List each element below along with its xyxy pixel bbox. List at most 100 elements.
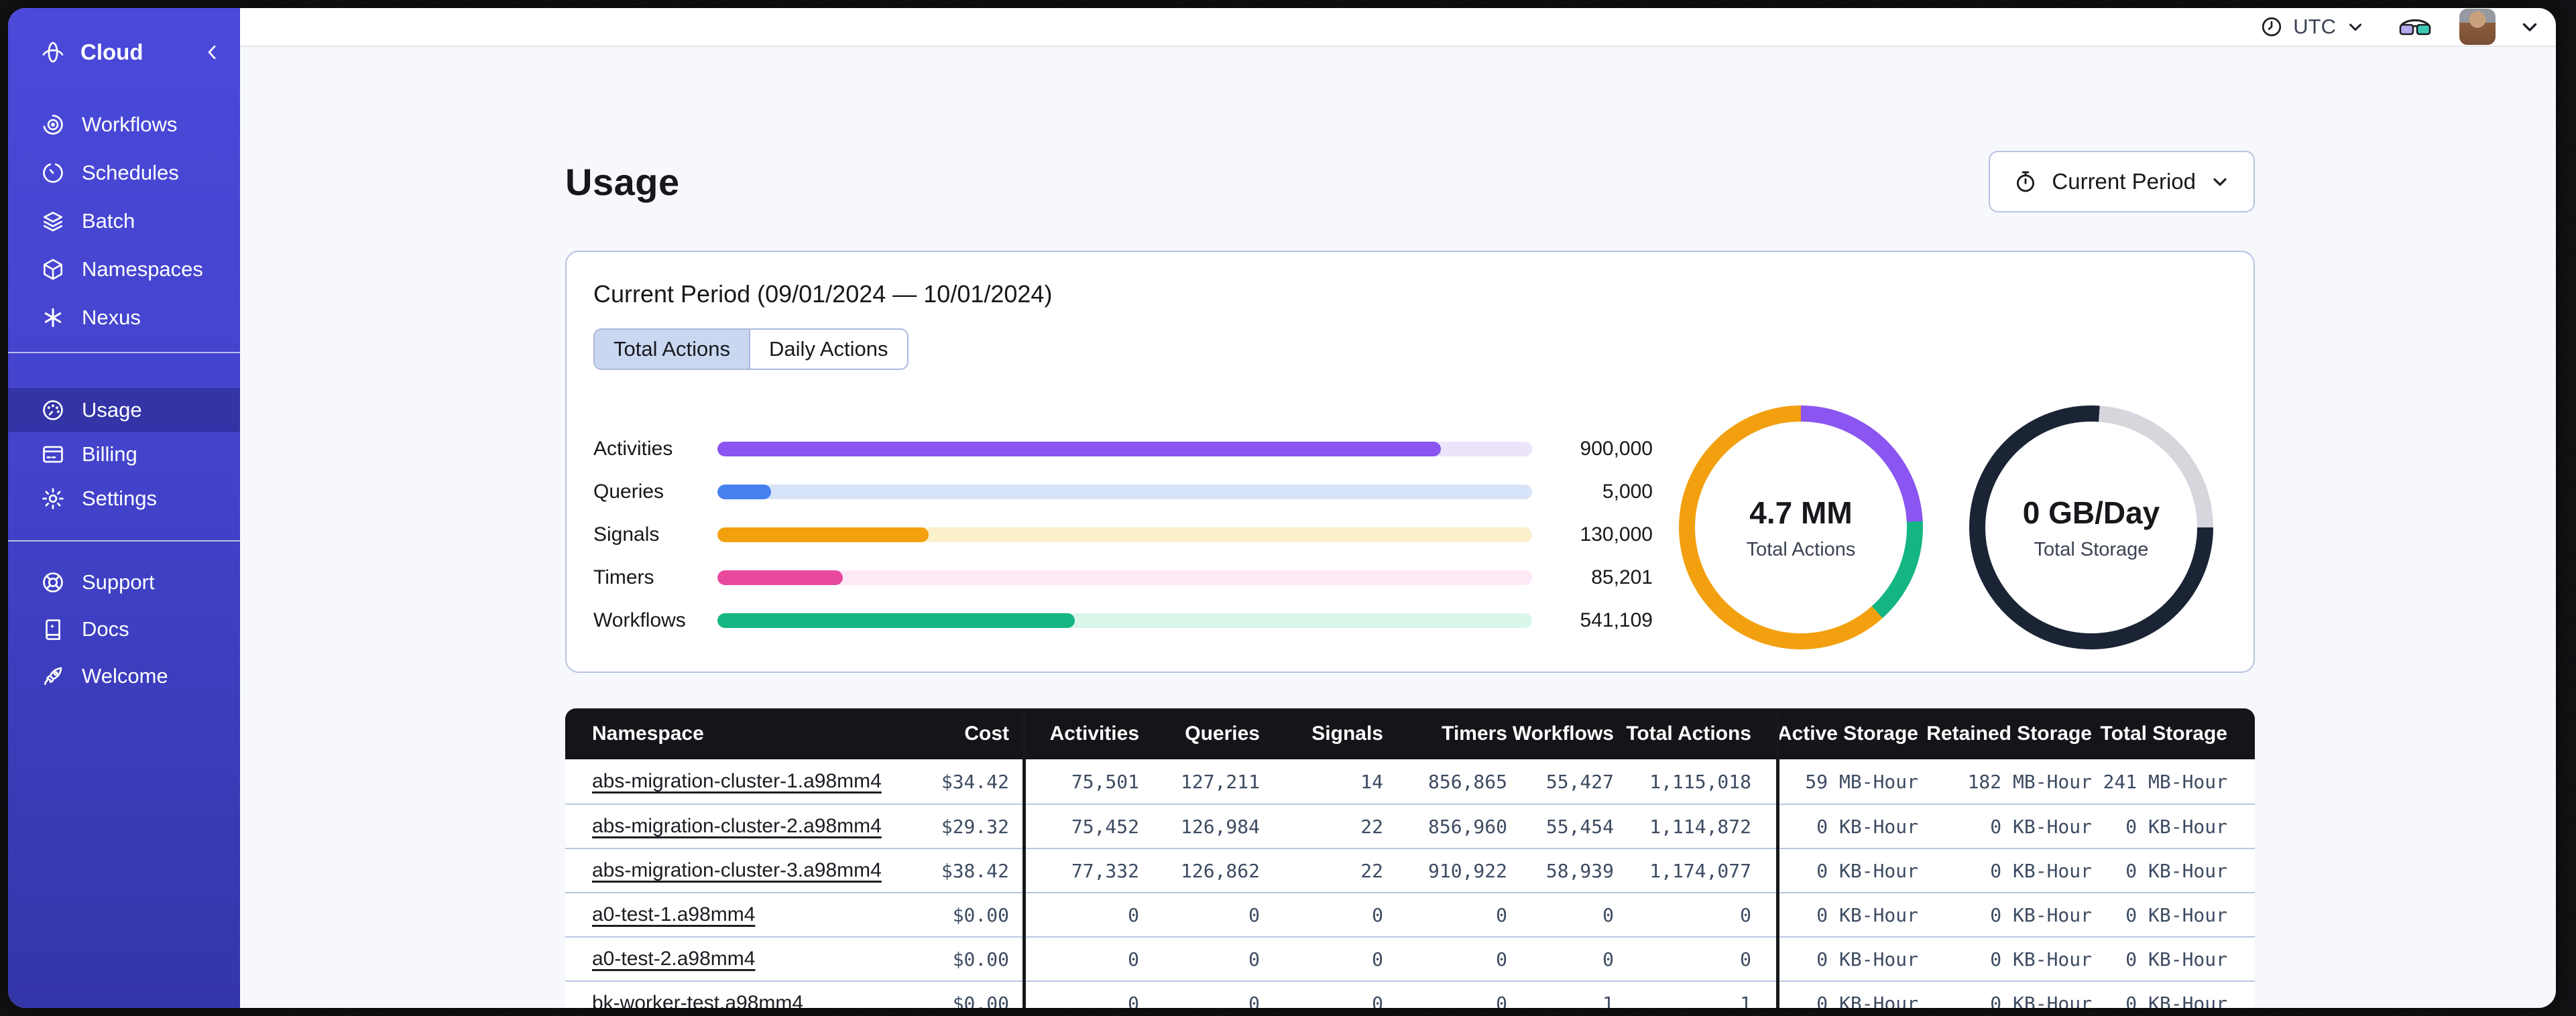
workflows-cell: 58,939: [1545, 859, 1614, 882]
namespace-link[interactable]: abs-migration-cluster-1.a98mm4: [592, 770, 882, 792]
cost-cell: $0.00: [952, 903, 1009, 926]
total-storage-cell: 0 KB-Hour: [2125, 992, 2227, 1009]
timers-cell: 910,922: [1427, 859, 1507, 882]
column-header-namespace: Namespace: [592, 722, 704, 745]
namespace-link[interactable]: abs-migration-cluster-2.a98mm4: [592, 815, 882, 837]
table-row: abs-migration-cluster-3.a98mm4 $38.42 77…: [565, 848, 2255, 892]
sidebar-item-label: Workflows: [82, 113, 178, 136]
donut-label: Total Storage: [2034, 538, 2149, 560]
sidebar-item-label: Settings: [82, 487, 158, 510]
timers-cell: 856,960: [1427, 815, 1507, 838]
lifebuoy-icon: [40, 570, 66, 595]
column-header-total-actions: Total Actions: [1626, 722, 1751, 745]
sidebar-item-schedules[interactable]: Schedules: [8, 149, 240, 197]
sidebar-item-label: Support: [82, 570, 155, 594]
sidebar-item-label: Docs: [82, 617, 129, 641]
bar-value: 5,000: [1602, 481, 1653, 503]
workflows-cell: 0: [1602, 948, 1614, 970]
sidebar-divider: [8, 540, 240, 542]
total-storage-cell: 241 MB-Hour: [2103, 770, 2227, 793]
sidebar-item-usage[interactable]: Usage: [8, 388, 240, 432]
total-storage-cell: 0 KB-Hour: [2125, 815, 2227, 838]
column-header-timers: Timers: [1442, 722, 1507, 745]
sidebar-brand[interactable]: Cloud: [8, 31, 240, 74]
total-storage-donut: 0 GB/Day Total Storage: [1969, 405, 2213, 649]
gear-icon: [40, 486, 66, 511]
sidebar-item-billing[interactable]: Billing: [8, 432, 240, 477]
sidebar-item-nexus[interactable]: Nexus: [8, 294, 240, 342]
usage-bars: Activities 900,000 Queries 5,000 Signals…: [593, 428, 1680, 642]
bar-value: 900,000: [1580, 438, 1653, 460]
sidebar-item-namespaces[interactable]: Namespaces: [8, 245, 240, 294]
column-header-cost: Cost: [964, 722, 1009, 745]
namespace-link[interactable]: abs-migration-cluster-3.a98mm4: [592, 859, 882, 881]
incognito-glasses-icon[interactable]: [2398, 15, 2433, 38]
bar-fill: [717, 485, 772, 499]
table-row: abs-migration-cluster-1.a98mm4 $34.42 75…: [565, 759, 2255, 804]
bar-label: Workflows: [593, 609, 686, 631]
total-actions-cell: 1,114,872: [1649, 815, 1751, 838]
workflows-icon: [40, 112, 66, 137]
clock-icon: [2262, 17, 2282, 37]
table-section-divider: [1022, 708, 1026, 1008]
bar-track: [717, 442, 1532, 456]
bar-fill: [717, 570, 843, 585]
sidebar-item-label: Billing: [82, 442, 137, 466]
timezone-picker[interactable]: UTC: [2260, 15, 2365, 39]
workflows-cell: 55,454: [1545, 815, 1614, 838]
column-header-activities: Activities: [1049, 722, 1139, 745]
bar-row-timers: Timers 85,201: [593, 556, 1680, 599]
signals-cell: 0: [1372, 903, 1383, 926]
chevron-down-icon: [2349, 23, 2361, 31]
desktop-background: Cloud Workflows Schedules Batch Namespac…: [0, 0, 2576, 1016]
bar-row-signals: Signals 130,000: [593, 513, 1680, 556]
bar-row-activities: Activities 900,000: [593, 428, 1680, 470]
activities-cell: 75,501: [1071, 770, 1139, 793]
sidebar-item-support[interactable]: Support: [8, 559, 240, 606]
retained-storage-cell: 0 KB-Hour: [1990, 903, 2092, 926]
total-actions-cell: 0: [1740, 948, 1751, 970]
sidebar-item-label: Namespaces: [82, 257, 203, 281]
total-actions-donut: 4.7 MM Total Actions: [1679, 405, 1923, 649]
account-menu-chevron-icon[interactable]: [2518, 15, 2541, 38]
actions-tab-group: Total Actions Daily Actions: [593, 328, 909, 370]
sidebar-item-batch[interactable]: Batch: [8, 197, 240, 245]
user-avatar[interactable]: [2459, 9, 2496, 45]
total-actions-cell: 1,174,077: [1649, 859, 1751, 882]
bar-fill: [717, 527, 929, 542]
namespace-link[interactable]: a0-test-1.a98mm4: [592, 903, 755, 926]
sidebar-item-docs[interactable]: Docs: [8, 606, 240, 653]
period-select-button[interactable]: Current Period: [1989, 151, 2255, 212]
table-row: a0-test-1.a98mm4 $0.00 0 0 0 0 0 0 0 KB-…: [565, 892, 2255, 936]
sidebar-item-settings[interactable]: Settings: [8, 477, 240, 521]
app-window: Cloud Workflows Schedules Batch Namespac…: [8, 8, 2556, 1008]
table-section-divider: [1776, 708, 1779, 1008]
signals-cell: 0: [1372, 992, 1383, 1009]
sidebar-item-workflows[interactable]: Workflows: [8, 101, 240, 149]
workflows-cell: 1: [1602, 992, 1614, 1009]
bar-value: 85,201: [1591, 566, 1653, 588]
activities-cell: 0: [1128, 903, 1139, 926]
sidebar-brand-label: Cloud: [80, 40, 143, 64]
page-head: Usage Current Period: [565, 151, 2255, 212]
bar-track: [717, 570, 1532, 585]
page-title: Usage: [565, 160, 680, 203]
bar-value: 130,000: [1580, 523, 1653, 546]
gauge-icon: [40, 397, 66, 423]
sidebar-nav-footer: Support Docs Welcome: [8, 559, 240, 700]
namespace-link[interactable]: a0-test-2.a98mm4: [592, 948, 755, 970]
table-body: abs-migration-cluster-1.a98mm4 $34.42 75…: [565, 759, 2255, 1008]
tab-total-actions[interactable]: Total Actions: [595, 330, 750, 369]
namespace-link[interactable]: bk-worker-test.a98mm4: [592, 992, 803, 1008]
tab-daily-actions[interactable]: Daily Actions: [749, 330, 907, 369]
timers-cell: 856,865: [1427, 770, 1507, 793]
billing-card-icon: [40, 442, 66, 467]
sidebar: Cloud Workflows Schedules Batch Namespac…: [8, 8, 240, 1008]
collapse-sidebar-icon[interactable]: [202, 42, 223, 62]
panel-title: Current Period (09/01/2024 — 10/01/2024): [593, 280, 1053, 308]
table-row: a0-test-2.a98mm4 $0.00 0 0 0 0 0 0 0 KB-…: [565, 936, 2255, 980]
retained-storage-cell: 0 KB-Hour: [1990, 948, 2092, 970]
sidebar-item-welcome[interactable]: Welcome: [8, 653, 240, 700]
bar-label: Activities: [593, 438, 673, 460]
queries-cell: 0: [1248, 992, 1260, 1009]
